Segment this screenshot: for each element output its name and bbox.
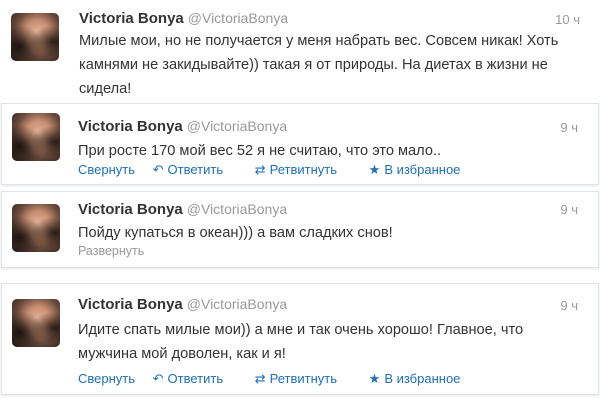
star-icon: ★ bbox=[368, 162, 381, 177]
tweet-text: Идите спать милые мои)) а мне и так очен… bbox=[78, 322, 524, 362]
author-handle[interactable]: @VictoriaBonya bbox=[187, 118, 287, 134]
tweet-1[interactable]: Victoria Bonya @VictoriaBonya 10 ч Милые … bbox=[0, 0, 600, 99]
tweet-text: Пойду купаться в океан))) а вам сладких … bbox=[78, 225, 393, 241]
reply-button[interactable]: ↶ Ответить bbox=[153, 162, 237, 178]
tweet-text: Милые мои, но не получается у меня набра… bbox=[79, 33, 559, 97]
reply-button[interactable]: ↶ Ответить bbox=[153, 371, 237, 387]
expand-link[interactable]: Развернуть bbox=[78, 244, 144, 258]
author-display-name[interactable]: Victoria Bonya bbox=[78, 201, 183, 218]
author-name[interactable]: Victoria Bonya @VictoriaBonya bbox=[78, 201, 287, 218]
tweet-text: При росте 170 мой вес 52 я не считаю, чт… bbox=[78, 143, 442, 159]
retweet-button[interactable]: ⇄ Ретвитнуть bbox=[255, 162, 351, 178]
avatar[interactable] bbox=[11, 13, 59, 61]
author-display-name[interactable]: Victoria Bonya bbox=[78, 296, 183, 313]
collapse-link[interactable]: Свернуть bbox=[78, 371, 135, 386]
retweet-icon: ⇄ bbox=[254, 371, 266, 386]
avatar[interactable] bbox=[12, 299, 60, 347]
retweet-icon: ⇄ bbox=[254, 162, 266, 177]
avatar[interactable] bbox=[12, 204, 60, 252]
tweet-2[interactable]: Victoria Bonya @VictoriaBonya 9 ч При рос… bbox=[1, 103, 599, 185]
author-name[interactable]: Victoria Bonya @VictoriaBonya bbox=[78, 118, 287, 135]
favorite-button[interactable]: ★ В избранное bbox=[369, 162, 475, 178]
tweet-actions: Свернуть ↶ Ответить ⇄ Ретвитнуть ★ В избран… bbox=[78, 162, 488, 178]
favorite-label: В избранное bbox=[384, 162, 461, 177]
favorite-label: В избранное bbox=[384, 371, 461, 386]
retweet-button[interactable]: ⇄ Ретвитнуть bbox=[255, 371, 351, 387]
author-name[interactable]: Victoria Bonya @VictoriaBonya bbox=[78, 296, 287, 313]
author-handle[interactable]: @VictoriaBonya bbox=[187, 296, 287, 312]
author-handle[interactable]: @VictoriaBonya bbox=[187, 201, 287, 217]
author-name[interactable]: Victoria Bonya @VictoriaBonya bbox=[79, 10, 288, 27]
author-display-name[interactable]: Victoria Bonya bbox=[78, 118, 183, 135]
retweet-label: Ретвитнуть bbox=[269, 371, 338, 386]
avatar[interactable] bbox=[12, 113, 60, 161]
star-icon: ★ bbox=[368, 371, 381, 386]
tweet-time[interactable]: 9 ч bbox=[560, 298, 578, 313]
reply-arrow-icon: ↶ bbox=[152, 162, 164, 177]
favorite-button[interactable]: ★ В избранное bbox=[369, 371, 475, 387]
tweet-time[interactable]: 9 ч bbox=[560, 202, 578, 217]
tweet-time[interactable]: 10 ч bbox=[555, 12, 580, 27]
reply-arrow-icon: ↶ bbox=[152, 371, 164, 386]
author-handle[interactable]: @VictoriaBonya bbox=[188, 10, 288, 26]
tweet-time[interactable]: 9 ч bbox=[560, 120, 578, 135]
tweet-actions: Свернуть ↶ Ответить ⇄ Ретвитнуть ★ В избран… bbox=[78, 371, 488, 387]
reply-label: Ответить bbox=[167, 162, 224, 177]
tweet-4[interactable]: Victoria Bonya @VictoriaBonya 9 ч Идите с… bbox=[1, 283, 599, 395]
reply-label: Ответить bbox=[167, 371, 224, 386]
collapse-link[interactable]: Свернуть bbox=[78, 162, 135, 177]
tweet-3[interactable]: Victoria Bonya @VictoriaBonya 9 ч Пойду к… bbox=[1, 191, 599, 268]
author-display-name[interactable]: Victoria Bonya bbox=[79, 10, 184, 27]
retweet-label: Ретвитнуть bbox=[269, 162, 338, 177]
